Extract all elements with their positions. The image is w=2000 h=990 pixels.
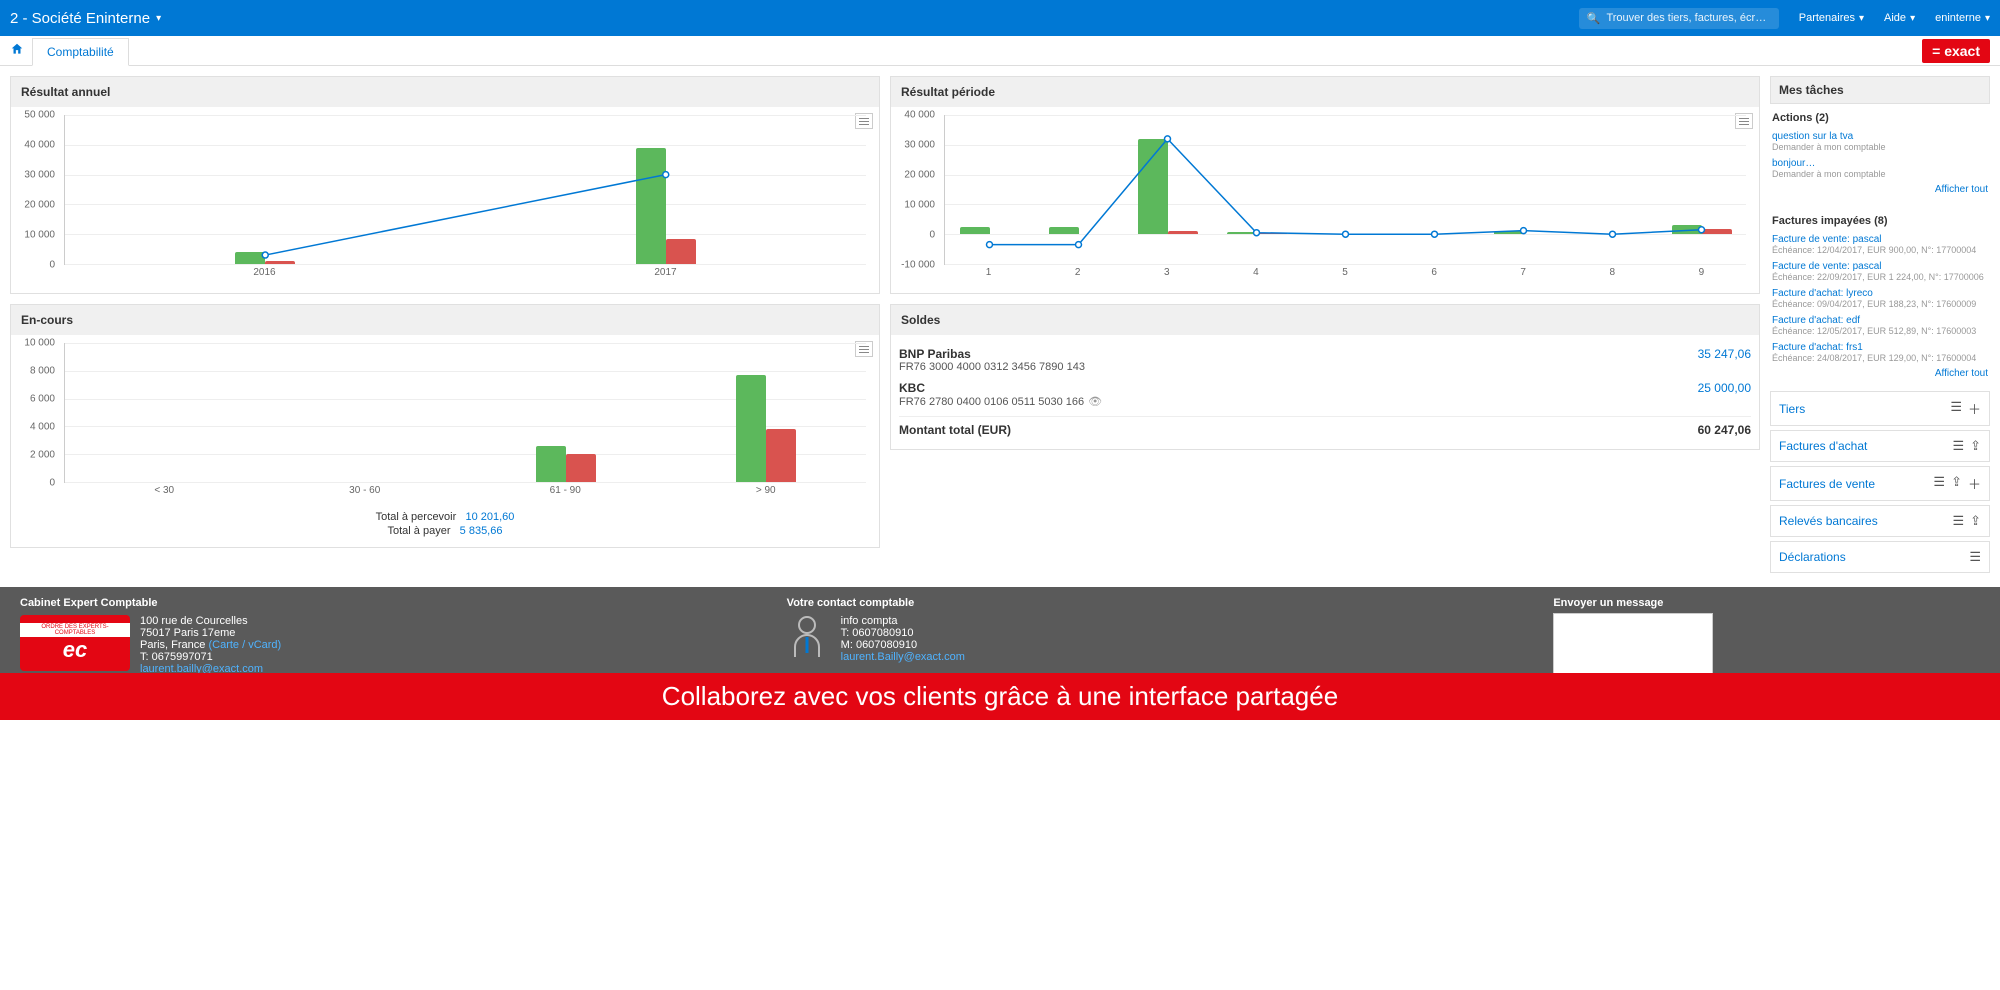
search-icon: 🔍	[1587, 12, 1601, 25]
panel-title-balances: Soldes	[891, 305, 1759, 335]
chart-period: -10 000010 00020 00030 00040 00012345678…	[899, 115, 1751, 285]
user-menu[interactable]: eninterne▾	[1935, 12, 1990, 24]
invoice-item[interactable]: Facture d'achat: lyrecoÉchéance: 09/04/2…	[1770, 285, 1990, 312]
cabinet-title: Cabinet Expert Comptable	[20, 597, 767, 609]
show-all-actions[interactable]: Afficher tout	[1770, 182, 1990, 197]
eye-icon[interactable]: 👁	[1088, 395, 1102, 408]
bank1-amount[interactable]: 35 247,06	[1698, 347, 1751, 373]
list-icon[interactable]: ☰	[1952, 513, 1964, 529]
help-link[interactable]: Aide▾	[1884, 12, 1915, 24]
invoices-title: Factures impayées (8)	[1770, 211, 1990, 231]
addr1: 100 rue de Courcelles	[140, 615, 281, 627]
tab-accounting[interactable]: Comptabilité	[32, 38, 129, 66]
ordre-logo: ORDRE DES EXPERTS-COMPTABLES ec	[20, 615, 130, 671]
list-icon[interactable]: ☰	[1969, 549, 1981, 565]
ql-tiers[interactable]: Tiers ☰＋	[1770, 391, 1990, 426]
bank2-name: KBC	[899, 381, 1102, 395]
total-amount: 60 247,06	[1698, 423, 1751, 437]
upload-icon[interactable]: ⇪	[1970, 513, 1981, 529]
company-name: 2 - Société Eninterne	[10, 10, 150, 27]
invoice-item[interactable]: Facture de vente: pascalÉchéance: 12/04/…	[1770, 231, 1990, 258]
invoice-item[interactable]: Facture d'achat: frs1Échéance: 24/08/201…	[1770, 339, 1990, 366]
ql-sales-invoices[interactable]: Factures de vente ☰⇪＋	[1770, 466, 1990, 501]
contact-tel: T: 0607080910	[841, 627, 965, 639]
invoice-item[interactable]: Facture d'achat: edfÉchéance: 12/05/2017…	[1770, 312, 1990, 339]
partners-link[interactable]: Partenaires▾	[1799, 12, 1864, 24]
exact-logo: = exact	[1922, 39, 1990, 63]
tasks-title: Mes tâches	[1770, 76, 1990, 104]
search-box[interactable]: 🔍 Trouver des tiers, factures, écr…	[1579, 8, 1779, 29]
upload-icon[interactable]: ⇪	[1951, 474, 1962, 493]
search-placeholder: Trouver des tiers, factures, écr…	[1606, 12, 1766, 24]
receivable-value[interactable]: 10 201,60	[465, 511, 514, 523]
navbar: Comptabilité = exact	[0, 36, 2000, 66]
avatar-icon	[787, 615, 827, 661]
bank2-iban: FR76 2780 0400 0106 0511 5030 166 👁	[899, 395, 1102, 408]
panel-period-result: Résultat période -10 000010 00020 00030 …	[890, 76, 1760, 294]
list-icon[interactable]: ☰	[1933, 474, 1945, 493]
chevron-down-icon: ▾	[1859, 13, 1864, 24]
chevron-down-icon: ▾	[1985, 13, 1990, 24]
panel-annual-result: Résultat annuel 010 00020 00030 00040 00…	[10, 76, 880, 294]
ql-bank-statements[interactable]: Relevés bancaires ☰⇪	[1770, 505, 1990, 537]
plus-icon[interactable]: ＋	[1968, 399, 1981, 418]
action-item[interactable]: bonjour…Demander à mon comptable	[1770, 155, 1990, 182]
contact-name: info compta	[841, 615, 965, 627]
contact-title: Votre contact comptable	[787, 597, 1534, 609]
footer: Cabinet Expert Comptable ORDRE DES EXPER…	[0, 587, 2000, 720]
bank1-iban: FR76 3000 4000 0312 3456 7890 143	[899, 361, 1085, 373]
topbar: 2 - Société Eninterne ▾ 🔍 Trouver des ti…	[0, 0, 2000, 36]
contact-email[interactable]: laurent.Bailly@exact.com	[841, 651, 965, 663]
panel-title-outstanding: En-cours	[11, 305, 879, 335]
payable-value[interactable]: 5 835,66	[460, 525, 503, 537]
receivable-label: Total à percevoir	[376, 511, 457, 523]
home-icon[interactable]	[10, 42, 24, 59]
chart-annual: 010 00020 00030 00040 00050 00020162017	[19, 115, 871, 285]
total-label: Montant total (EUR)	[899, 423, 1011, 437]
contact-mobile: M: 0607080910	[841, 639, 965, 651]
panel-title-annual: Résultat annuel	[11, 77, 879, 107]
panel-outstanding: En-cours 02 0004 0006 0008 00010 000< 30…	[10, 304, 880, 548]
chevron-down-icon: ▾	[1910, 13, 1915, 24]
upload-icon[interactable]: ⇪	[1970, 438, 1981, 454]
msg-title: Envoyer un message	[1553, 597, 1980, 609]
bank1-name: BNP Paribas	[899, 347, 1085, 361]
payable-label: Total à payer	[388, 525, 451, 537]
panel-title-period: Résultat période	[891, 77, 1759, 107]
ql-declarations[interactable]: Déclarations ☰	[1770, 541, 1990, 573]
show-all-invoices[interactable]: Afficher tout	[1770, 366, 1990, 381]
plus-icon[interactable]: ＋	[1968, 474, 1981, 493]
banner: Collaborez avec vos clients grâce à une …	[0, 673, 2000, 720]
actions-title: Actions (2)	[1770, 108, 1990, 128]
bank2-amount[interactable]: 25 000,00	[1698, 381, 1751, 408]
company-selector[interactable]: 2 - Société Eninterne ▾	[10, 10, 161, 27]
outstanding-totals: Total à percevoir 10 201,60 Total à paye…	[19, 511, 871, 537]
map-link[interactable]: (Carte / vCard)	[208, 639, 281, 651]
chart-outstanding: 02 0004 0006 0008 00010 000< 3030 - 6061…	[19, 343, 871, 503]
action-item[interactable]: question sur la tvaDemander à mon compta…	[1770, 128, 1990, 155]
invoice-item[interactable]: Facture de vente: pascalÉchéance: 22/09/…	[1770, 258, 1990, 285]
cabinet-tel: T: 0675997071	[140, 651, 281, 663]
ql-purchase-invoices[interactable]: Factures d'achat ☰⇪	[1770, 430, 1990, 462]
panel-balances: Soldes BNP Paribas FR76 3000 4000 0312 3…	[890, 304, 1760, 450]
list-icon[interactable]: ☰	[1950, 399, 1962, 418]
addr2: 75017 Paris 17eme	[140, 627, 281, 639]
chevron-down-icon: ▾	[156, 13, 161, 24]
list-icon[interactable]: ☰	[1952, 438, 1964, 454]
